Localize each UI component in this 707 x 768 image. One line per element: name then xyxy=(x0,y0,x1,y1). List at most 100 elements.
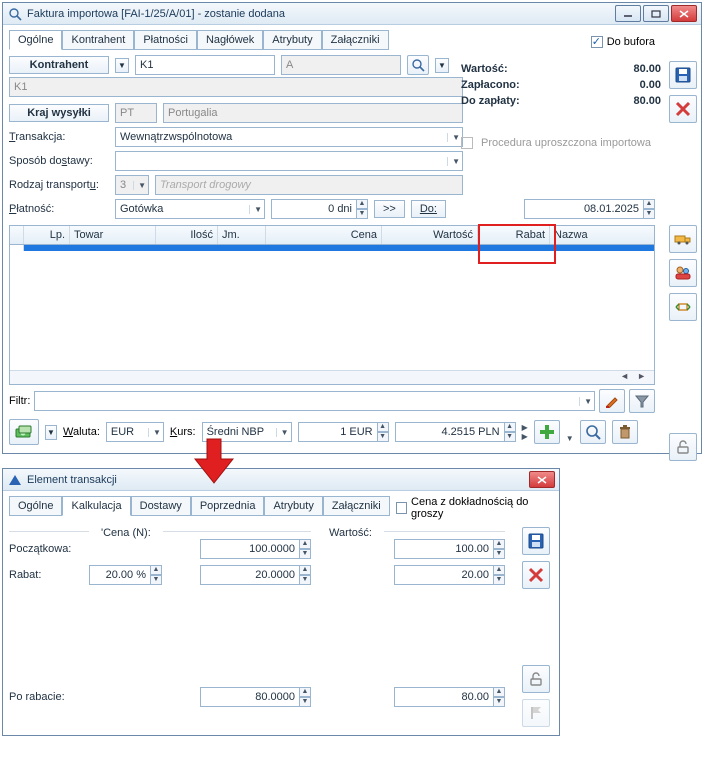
do-date-input[interactable] xyxy=(524,199,644,219)
col-towar[interactable]: Towar xyxy=(70,226,156,244)
titlebar-2[interactable]: Element transakcji xyxy=(3,469,559,491)
kurs-left-spinner[interactable]: ▲▼ xyxy=(377,422,389,442)
tab2-dostawy[interactable]: Dostawy xyxy=(131,496,191,516)
save-button-2[interactable] xyxy=(522,527,550,555)
cena-dokladnosc-check[interactable]: Cena z dokładnością do groszy xyxy=(396,496,553,520)
porabacie-w-input[interactable] xyxy=(394,687,494,707)
expand-button[interactable] xyxy=(669,293,697,321)
poczatkowa-w-spinner[interactable]: ▲▼ xyxy=(493,539,505,559)
grid-scrollbar[interactable]: ◄► xyxy=(10,370,654,384)
porabacie-w-spinner[interactable]: ▲▼ xyxy=(493,687,505,707)
kurs-right-input[interactable] xyxy=(395,422,505,442)
tab2-kalkulacja[interactable]: Kalkulacja xyxy=(62,496,130,516)
transakcja-select[interactable]: Wewnątrzwspólnotowa▼ xyxy=(115,127,463,147)
col-cena[interactable]: Cena xyxy=(266,226,382,244)
sposob-select[interactable]: ▼ xyxy=(115,151,463,171)
rabat-w-input[interactable] xyxy=(394,565,494,585)
rabat-label: Rabat: xyxy=(9,569,85,581)
kurs-right-spinner[interactable]: ▲▼ xyxy=(504,422,516,442)
poczatkowa-input[interactable] xyxy=(200,539,300,559)
col-checkbox[interactable] xyxy=(10,226,24,244)
rabat-pct-input[interactable] xyxy=(89,565,151,585)
arrow-button[interactable]: >> xyxy=(374,200,405,218)
dni-spinner[interactable]: ▲▼ xyxy=(356,199,368,219)
titlebar[interactable]: Faktura importowa [FAI-1/25/A/01] - zost… xyxy=(3,3,701,25)
search-dropdown-icon[interactable]: ▼ xyxy=(435,58,449,73)
kontrahent-button[interactable]: Kontrahent xyxy=(9,56,109,74)
add-dropdown-icon[interactable]: ▼ xyxy=(566,434,574,443)
cell-towar: T1 xyxy=(70,245,156,251)
kontrahent-a-input xyxy=(281,55,401,75)
porabacie-input[interactable] xyxy=(200,687,300,707)
col-jm[interactable]: Jm. xyxy=(218,226,266,244)
table-row[interactable]: 00001 T1 1.0000 szt. 80.0000 EUR 80.00 E… xyxy=(24,245,654,251)
rodzaj-label: Rodzaj transportu: xyxy=(9,179,109,191)
window-title-2: Element transakcji xyxy=(27,474,529,486)
porabacie-spinner[interactable]: ▲▼ xyxy=(299,687,311,707)
filtr-select[interactable]: ▼ xyxy=(34,391,595,411)
col-lp[interactable]: Lp. xyxy=(24,226,70,244)
col-wartosc[interactable]: Wartość xyxy=(382,226,478,244)
truck-button[interactable] xyxy=(669,225,697,253)
kurs-left-input[interactable] xyxy=(298,422,378,442)
maximize-button[interactable] xyxy=(643,5,669,22)
money-dropdown[interactable]: ▼ xyxy=(45,425,57,440)
procedura-label: Procedura uproszczona importowa xyxy=(481,137,651,149)
tab-kontrahent[interactable]: Kontrahent xyxy=(62,30,134,50)
kurs-type-select[interactable]: Średni NBP▼ xyxy=(202,422,292,442)
do-bufora-check[interactable]: Do bufora xyxy=(591,36,655,48)
search-button[interactable] xyxy=(580,420,606,444)
platnosc-select[interactable]: Gotówka▼ xyxy=(115,199,265,219)
rabat-w-spinner[interactable]: ▲▼ xyxy=(493,565,505,585)
users-button[interactable] xyxy=(669,259,697,287)
dni-input[interactable] xyxy=(271,199,357,219)
col-nazwa[interactable]: Nazwa xyxy=(550,226,654,244)
tab-zalaczniki[interactable]: Załączniki xyxy=(322,30,389,50)
tab2-atrybuty[interactable]: Atrybuty xyxy=(264,496,322,516)
rabat-val-spinner[interactable]: ▲▼ xyxy=(299,565,311,585)
rabat-pct-spinner[interactable]: ▲▼ xyxy=(150,565,162,585)
save-button[interactable] xyxy=(669,61,697,89)
close-button[interactable] xyxy=(671,5,697,22)
cell-cena: 80.0000 EUR xyxy=(266,245,382,251)
search-kontrahent-button[interactable] xyxy=(407,55,429,75)
kontrahent-dropdown-icon[interactable]: ▼ xyxy=(115,58,129,73)
tab2-poprzednia[interactable]: Poprzednia xyxy=(191,496,265,516)
rabat-val-input[interactable] xyxy=(200,565,300,585)
money-button[interactable] xyxy=(9,419,39,445)
tab-ogolne[interactable]: Ogólne xyxy=(9,30,62,50)
col-ilosc[interactable]: Ilość xyxy=(156,226,218,244)
filter-funnel-button[interactable] xyxy=(629,389,655,413)
minimize-button[interactable] xyxy=(615,5,641,22)
procedura-check[interactable]: Procedura uproszczona importowa xyxy=(461,137,661,149)
add-button[interactable] xyxy=(534,420,560,444)
delete-button[interactable] xyxy=(669,95,697,123)
kurs-type-value: Średni NBP xyxy=(207,426,264,438)
poczatkowa-w-input[interactable] xyxy=(394,539,494,559)
date-spinner[interactable]: ▲▼ xyxy=(643,199,655,219)
unlock-button-2[interactable] xyxy=(522,665,550,693)
summary-panel: Wartość:80.00 Zapłacono:0.00 Do zapłaty:… xyxy=(461,61,661,149)
chevron-down-icon: ▼ xyxy=(249,205,262,214)
col-rabat[interactable]: Rabat xyxy=(478,226,550,244)
trash-button[interactable] xyxy=(612,420,638,444)
tab-platnosci[interactable]: Płatności xyxy=(134,30,197,50)
tab-atrybuty[interactable]: Atrybuty xyxy=(263,30,321,50)
filter-edit-button[interactable] xyxy=(599,389,625,413)
chevron-down-icon: ▼ xyxy=(133,181,146,190)
rodzaj-code-select[interactable]: 3▼ xyxy=(115,175,149,195)
do-button[interactable]: Do: xyxy=(411,200,446,218)
kontrahent-code-input[interactable] xyxy=(135,55,275,75)
tab2-zalaczniki[interactable]: Załączniki xyxy=(323,496,390,516)
poczatkowa-spinner[interactable]: ▲▼ xyxy=(299,539,311,559)
tab2-ogolne[interactable]: Ogólne xyxy=(9,496,62,516)
unlock-button[interactable] xyxy=(669,433,697,461)
waluta-select[interactable]: EUR▼ xyxy=(106,422,164,442)
delete-button-2[interactable] xyxy=(522,561,550,589)
rodzaj-name-input xyxy=(155,175,463,195)
tab-naglowek[interactable]: Nagłówek xyxy=(197,30,263,50)
flag-button[interactable] xyxy=(522,699,550,727)
close-button-2[interactable] xyxy=(529,471,555,488)
kraj-button[interactable]: Kraj wysyłki xyxy=(9,104,109,122)
cell-nazwa: T1 xyxy=(550,245,654,251)
